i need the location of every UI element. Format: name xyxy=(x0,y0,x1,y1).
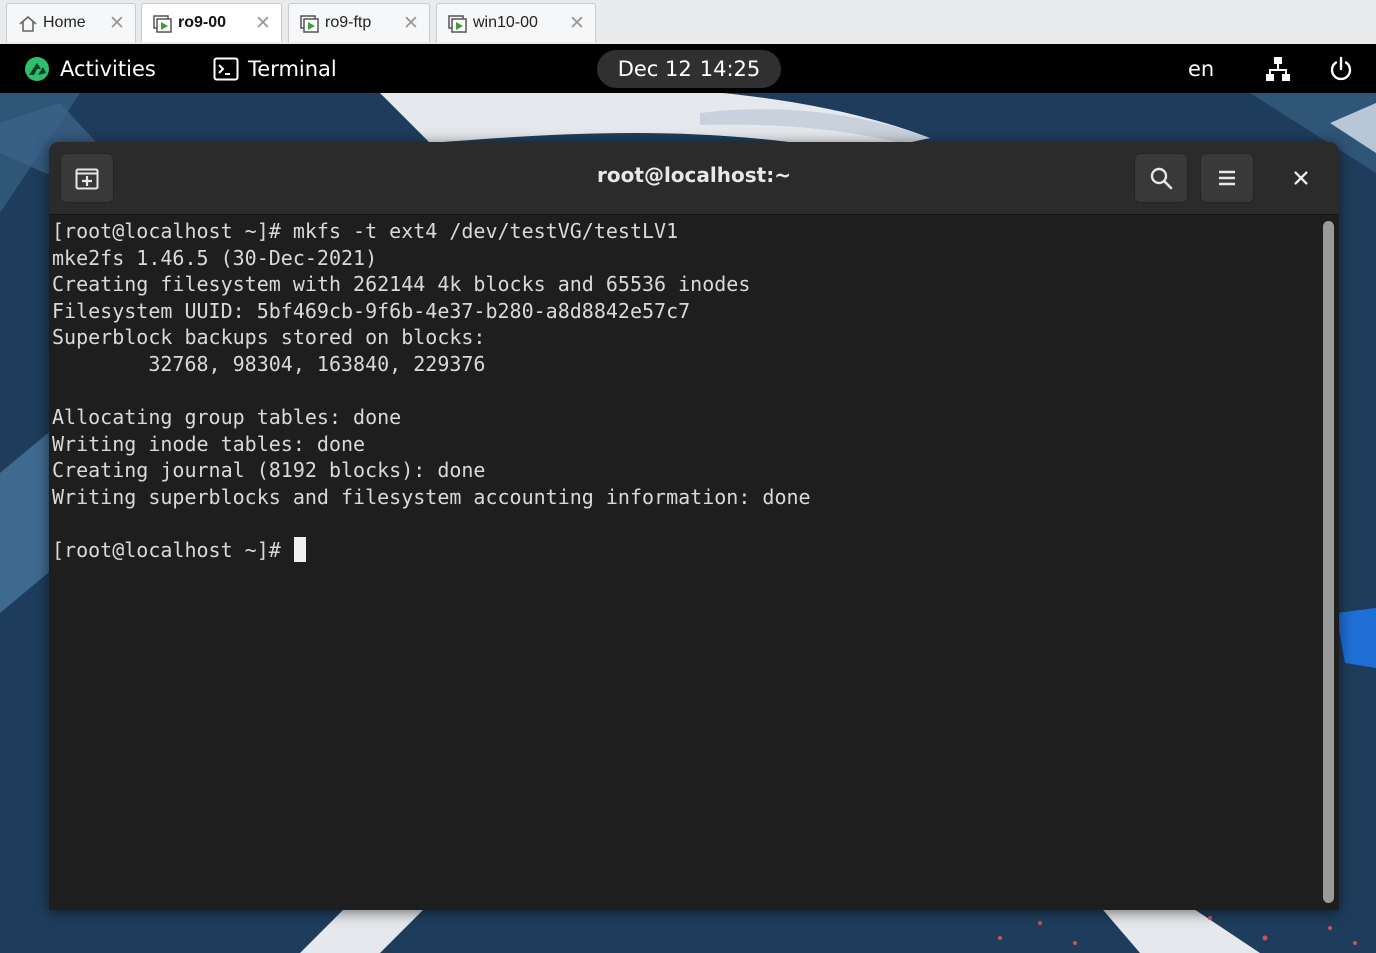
app-menu-terminal[interactable]: Terminal xyxy=(213,54,337,84)
scrollbar-thumb[interactable] xyxy=(1323,221,1334,903)
text-cursor xyxy=(293,537,306,563)
terminal-line: [root@localhost ~]# mkfs -t ext4 /dev/te… xyxy=(52,219,679,243)
clock-button[interactable]: Dec 12 14:25 xyxy=(597,50,781,88)
input-language-indicator[interactable]: en xyxy=(1188,54,1214,84)
home-icon xyxy=(19,15,37,32)
app-menu-label: Terminal xyxy=(248,57,337,81)
activities-label: Activities xyxy=(60,57,156,81)
clock-time: 14:25 xyxy=(699,57,761,81)
search-icon xyxy=(1150,167,1173,190)
network-wired-icon[interactable] xyxy=(1265,56,1291,82)
tab-close-icon[interactable]: ✕ xyxy=(107,12,127,34)
tab-win10-00[interactable]: win10-00 ✕ xyxy=(436,3,596,42)
terminal-line: Superblock backups stored on blocks: xyxy=(52,325,486,350)
gnome-top-bar: Activities Terminal Dec 12 14:25 en xyxy=(0,44,1376,93)
tab-label: Home xyxy=(43,14,86,31)
terminal-line: Creating filesystem with 262144 4k block… xyxy=(52,272,751,297)
activities-button[interactable]: Activities xyxy=(24,54,156,84)
vm-icon xyxy=(448,15,467,33)
search-button[interactable] xyxy=(1134,153,1188,203)
activities-logo-icon xyxy=(25,57,49,81)
terminal-line: Writing superblocks and filesystem accou… xyxy=(52,484,811,509)
tab-label: win10-00 xyxy=(473,14,538,31)
terminal-prompt-line: [root@localhost ~]# xyxy=(52,537,1317,564)
window-headerbar: root@localhost:~ xyxy=(49,142,1339,215)
tab-home[interactable]: Home ✕ xyxy=(6,3,136,42)
close-window-button[interactable] xyxy=(1287,164,1315,192)
tab-ro9-ftp[interactable]: ro9-ftp ✕ xyxy=(288,3,430,42)
menu-button[interactable] xyxy=(1200,153,1254,203)
tab-close-icon[interactable]: ✕ xyxy=(401,12,421,34)
terminal-icon xyxy=(213,57,239,81)
tab-label: ro9-ftp xyxy=(325,14,372,31)
terminal-line: Allocating group tables: done xyxy=(52,405,402,430)
vm-tab-strip: Home ✕ ro9-00 ✕ ro9-ftp ✕ win10-00 ✕ xyxy=(0,0,1376,45)
clock-date: Dec 12 xyxy=(617,57,692,81)
vm-icon xyxy=(153,15,172,33)
terminal-line: Filesystem UUID: 5bf469cb-9f6b-4e37-b280… xyxy=(52,298,691,323)
close-icon xyxy=(1294,171,1308,185)
power-icon[interactable] xyxy=(1328,56,1354,82)
tab-label: ro9-00 xyxy=(178,14,227,31)
tab-ro9-00[interactable]: ro9-00 ✕ xyxy=(141,3,282,42)
terminal-line: 32768, 98304, 163840, 229376 xyxy=(52,351,486,376)
terminal-output[interactable]: [root@localhost ~]# mkfs -t ext4 /dev/te… xyxy=(49,215,1317,910)
terminal-window: root@localhost:~ [root@localhost ~]# mkf… xyxy=(49,142,1339,910)
hamburger-menu-icon xyxy=(1219,170,1235,186)
terminal-scrollbar[interactable] xyxy=(1317,215,1339,910)
tab-close-icon[interactable]: ✕ xyxy=(253,12,273,34)
terminal-line: Creating journal (8192 blocks): done xyxy=(52,458,486,483)
vm-icon xyxy=(300,15,319,33)
terminal-prompt: [root@localhost ~]# xyxy=(52,538,293,563)
terminal-line: mke2fs 1.46.5 (30-Dec-2021) xyxy=(52,245,378,270)
tab-close-icon[interactable]: ✕ xyxy=(567,12,587,34)
terminal-line: Writing inode tables: done xyxy=(52,431,366,456)
